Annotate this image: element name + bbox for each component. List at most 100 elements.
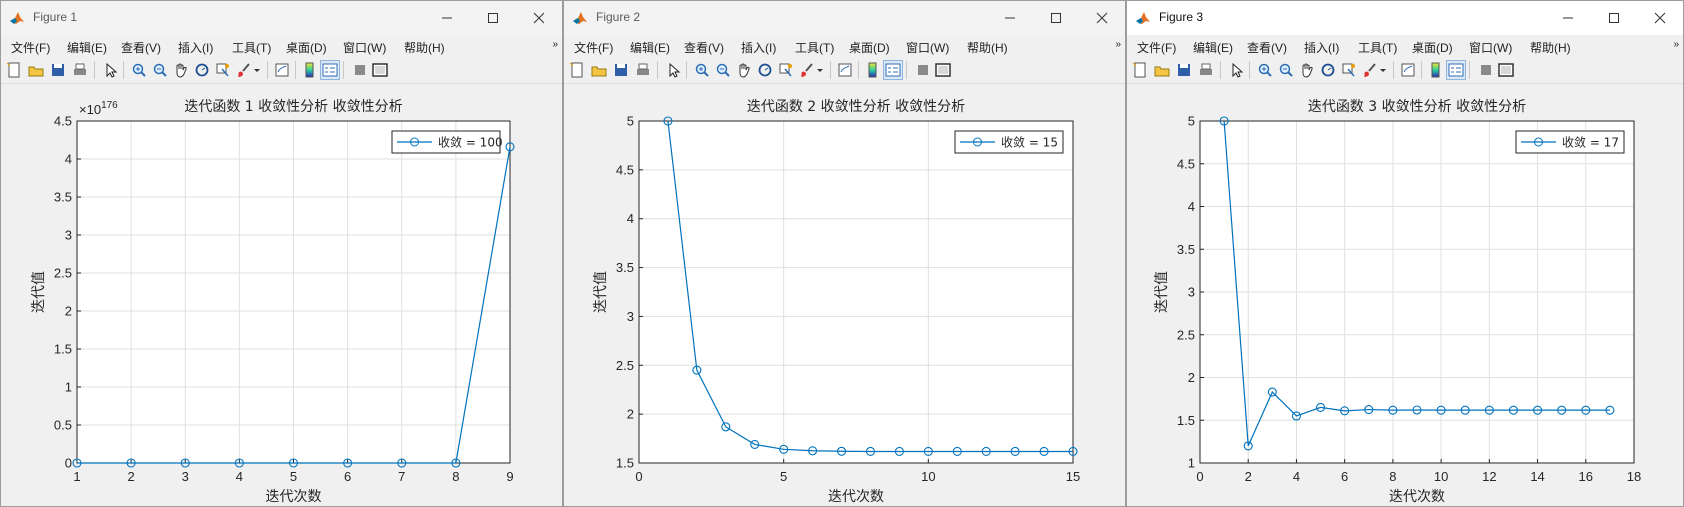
legend-icon[interactable] xyxy=(320,60,340,80)
chart-1[interactable]: 1 2 3 4 5 6 7 8 9 0 0.5 1 1.5 2 2.5 3 3.5 4 4.5 ×10176 迭代函数 … xyxy=(1,84,562,507)
menu-item[interactable]: 文件(F) xyxy=(1137,39,1176,56)
brush-dropdown-icon[interactable] xyxy=(253,61,261,79)
colorbar-icon[interactable] xyxy=(1427,61,1445,79)
rotate-3d-icon[interactable] xyxy=(193,61,211,79)
menu-item[interactable]: 工具(T) xyxy=(1358,39,1397,56)
minimize-button[interactable] xyxy=(987,1,1033,35)
brush-dropdown-icon[interactable] xyxy=(1379,61,1387,79)
zoom-out-icon[interactable] xyxy=(151,61,169,79)
menu-item[interactable]: 查看(V) xyxy=(684,39,724,56)
close-button[interactable] xyxy=(1637,1,1683,35)
figure-window-1[interactable]: Figure 1 文件(F) 编辑(E) 查看(V) 插入(I) 工具(T) 桌面(D) 窗… xyxy=(0,0,563,507)
print-icon[interactable] xyxy=(71,61,89,79)
menu-item[interactable]: 窗口(W) xyxy=(1469,39,1512,56)
show-plot-tools-icon[interactable] xyxy=(934,61,952,79)
title-bar[interactable]: Figure 3 xyxy=(1127,1,1683,35)
menu-item[interactable]: 文件(F) xyxy=(11,39,50,56)
menu-item[interactable]: 插入(I) xyxy=(741,39,776,56)
zoom-out-icon[interactable] xyxy=(714,61,732,79)
menu-item[interactable]: 编辑(E) xyxy=(67,39,107,56)
menu-item[interactable]: 窗口(W) xyxy=(343,39,386,56)
pan-icon[interactable] xyxy=(172,61,190,79)
print-icon[interactable] xyxy=(634,61,652,79)
pointer-icon[interactable] xyxy=(101,61,119,79)
menu-item[interactable]: 文件(F) xyxy=(574,39,613,56)
data-cursor-icon[interactable] xyxy=(214,61,232,79)
minimize-button[interactable] xyxy=(1545,1,1591,35)
save-icon[interactable] xyxy=(49,61,67,79)
brush-dropdown-icon[interactable] xyxy=(816,61,824,79)
menu-item[interactable]: 工具(T) xyxy=(795,39,834,56)
maximize-button[interactable] xyxy=(470,1,516,35)
menu-item[interactable]: 编辑(E) xyxy=(630,39,670,56)
zoom-in-icon[interactable] xyxy=(1256,61,1274,79)
chart-2[interactable]: 0 5 10 15 1.5 2 2.5 3 3.5 4 4.5 5 迭代函数 2 收敛性分析 收敛性分析… xyxy=(564,84,1125,507)
menu-item[interactable]: 桌面(D) xyxy=(286,39,327,56)
brush-icon[interactable] xyxy=(235,61,253,79)
menu-item[interactable]: 插入(I) xyxy=(1304,39,1339,56)
zoom-in-icon[interactable] xyxy=(693,61,711,79)
new-figure-icon[interactable] xyxy=(568,61,586,79)
close-button[interactable] xyxy=(516,1,562,35)
pan-icon[interactable] xyxy=(735,61,753,79)
print-icon[interactable] xyxy=(1197,61,1215,79)
legend[interactable]: 收敛 = 15 xyxy=(954,130,1064,154)
legend[interactable]: 收敛 = 100 xyxy=(391,130,503,154)
data-cursor-icon[interactable] xyxy=(777,61,795,79)
colorbar-icon[interactable] xyxy=(864,61,882,79)
menu-item[interactable]: 编辑(E) xyxy=(1193,39,1233,56)
menu-overflow-chevron-icon[interactable]: » xyxy=(1673,39,1679,50)
figure-window-3[interactable]: Figure 3 文件(F) 编辑(E) 查看(V) 插入(I) 工具(T) 桌面(D) 窗… xyxy=(1126,0,1684,507)
x-tick-label: 18 xyxy=(1627,469,1641,484)
pan-icon[interactable] xyxy=(1298,61,1316,79)
link-plot-icon[interactable] xyxy=(1399,61,1417,79)
title-bar[interactable]: Figure 2 xyxy=(564,1,1125,35)
legend-icon[interactable] xyxy=(883,60,903,80)
menu-overflow-chevron-icon[interactable]: » xyxy=(552,39,558,50)
menu-item[interactable]: 查看(V) xyxy=(1247,39,1287,56)
legend-icon[interactable] xyxy=(1446,60,1466,80)
menu-item[interactable]: 帮助(H) xyxy=(967,39,1008,56)
zoom-in-icon[interactable] xyxy=(130,61,148,79)
chart-3[interactable]: 0 2 4 6 8 10 12 14 16 18 1 1.5 2 2.5 3 3.5 4 4.5 5 迭代函数 3 收… xyxy=(1127,84,1683,507)
new-figure-icon[interactable] xyxy=(5,61,23,79)
pointer-icon[interactable] xyxy=(1227,61,1245,79)
menu-item[interactable]: 查看(V) xyxy=(121,39,161,56)
pointer-icon[interactable] xyxy=(664,61,682,79)
save-icon[interactable] xyxy=(1175,61,1193,79)
menu-item[interactable]: 窗口(W) xyxy=(906,39,949,56)
brush-icon[interactable] xyxy=(1361,61,1379,79)
show-plot-tools-icon[interactable] xyxy=(1497,61,1515,79)
maximize-button[interactable] xyxy=(1591,1,1637,35)
hide-plot-tools-icon[interactable] xyxy=(1477,61,1495,79)
colorbar-icon[interactable] xyxy=(301,61,319,79)
menu-item[interactable]: 桌面(D) xyxy=(849,39,890,56)
open-icon[interactable] xyxy=(590,61,608,79)
brush-icon[interactable] xyxy=(798,61,816,79)
legend[interactable]: 收敛 = 17 xyxy=(1515,130,1625,154)
rotate-3d-icon[interactable] xyxy=(1319,61,1337,79)
link-plot-icon[interactable] xyxy=(836,61,854,79)
hide-plot-tools-icon[interactable] xyxy=(914,61,932,79)
zoom-out-icon[interactable] xyxy=(1277,61,1295,79)
close-button[interactable] xyxy=(1079,1,1125,35)
menu-item[interactable]: 帮助(H) xyxy=(404,39,445,56)
minimize-button[interactable] xyxy=(424,1,470,35)
new-figure-icon[interactable] xyxy=(1131,61,1149,79)
rotate-3d-icon[interactable] xyxy=(756,61,774,79)
menu-item[interactable]: 帮助(H) xyxy=(1530,39,1571,56)
maximize-button[interactable] xyxy=(1033,1,1079,35)
open-icon[interactable] xyxy=(27,61,45,79)
menu-item[interactable]: 工具(T) xyxy=(232,39,271,56)
open-icon[interactable] xyxy=(1153,61,1171,79)
title-bar[interactable]: Figure 1 xyxy=(1,1,562,35)
show-plot-tools-icon[interactable] xyxy=(371,61,389,79)
save-icon[interactable] xyxy=(612,61,630,79)
link-plot-icon[interactable] xyxy=(273,61,291,79)
hide-plot-tools-icon[interactable] xyxy=(351,61,369,79)
menu-overflow-chevron-icon[interactable]: » xyxy=(1115,39,1121,50)
data-cursor-icon[interactable] xyxy=(1340,61,1358,79)
figure-window-2[interactable]: Figure 2 文件(F) 编辑(E) 查看(V) 插入(I) 工具(T) 桌面(D) 窗… xyxy=(563,0,1126,507)
menu-item[interactable]: 插入(I) xyxy=(178,39,213,56)
menu-item[interactable]: 桌面(D) xyxy=(1412,39,1453,56)
